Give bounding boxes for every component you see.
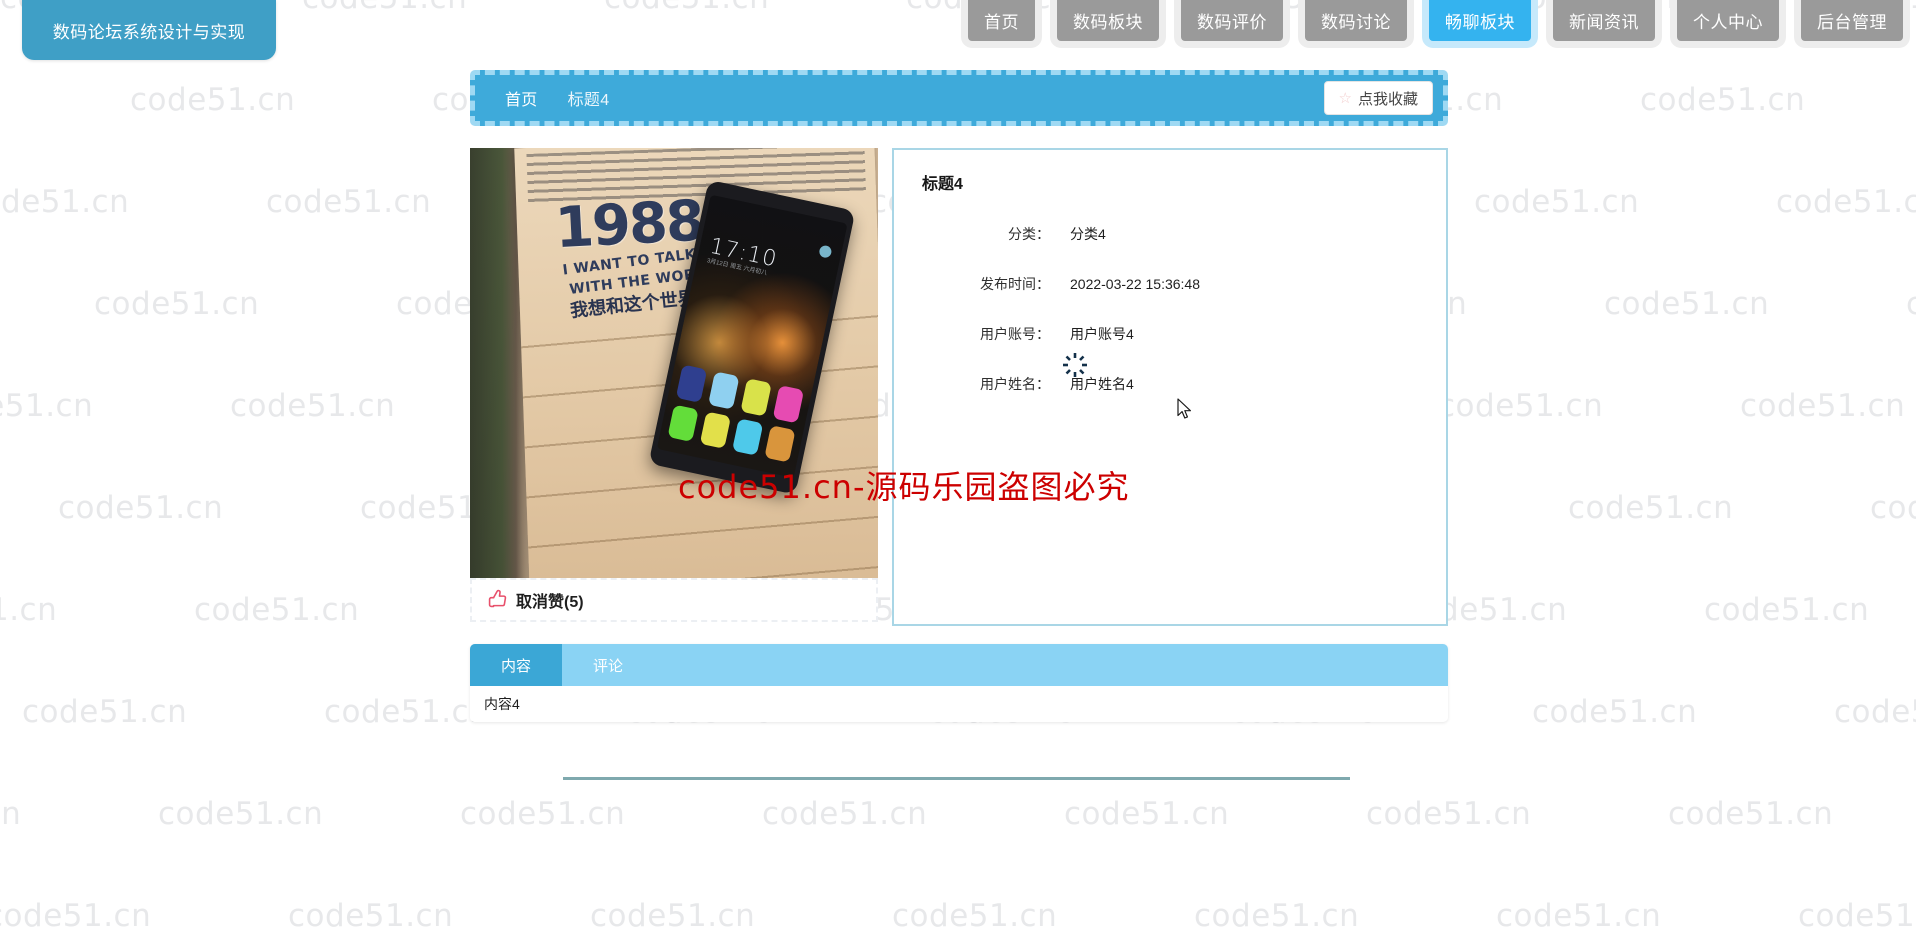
- favorite-button-label: 点我收藏: [1357, 90, 1418, 108]
- breadcrumb-home[interactable]: 首页: [489, 86, 554, 110]
- nav-item-0[interactable]: 首页: [961, 0, 1042, 48]
- detail-label-category: 分类：: [1008, 226, 1050, 242]
- nav-item-7[interactable]: 后台管理: [1794, 0, 1910, 48]
- nav-item-4[interactable]: 畅聊板块: [1422, 0, 1538, 48]
- nav-item-label: 首页: [984, 13, 1019, 32]
- detail-row: 分类： 分类4: [918, 224, 1422, 244]
- top-bar: 数码论坛系统设计与实现 首页 数码板块 数码评价 数码讨论 畅聊板块 新闻资讯 个人中心 后台…: [0, 0, 1916, 68]
- detail-row: 发布时间： 2022-03-22 15:36:48: [918, 274, 1422, 294]
- loading-spinner-icon: [1062, 352, 1088, 378]
- nav-item-3[interactable]: 数码讨论: [1298, 0, 1414, 48]
- breadcrumb-current: 标题4: [567, 92, 610, 109]
- detail-label-publish-time: 发布时间：: [980, 276, 1050, 292]
- site-brand-title: 数码论坛系统设计与实现: [22, 0, 276, 60]
- main-nav: 首页 数码板块 数码评价 数码讨论 畅聊板块 新闻资讯 个人中心 后台管理: [961, 0, 1916, 62]
- post-photo: 1988 I WANT TO TALK WITH THE WORLD 我想和这个…: [470, 148, 878, 578]
- phone-app-icon: [699, 410, 732, 449]
- page-root: 1988 I WANT TO TALK WITH THE WORLD 我想和这个…: [0, 0, 1916, 932]
- post-title: 标题4: [922, 176, 963, 193]
- nav-item-label: 个人中心: [1693, 13, 1763, 32]
- nav-item-label: 数码板块: [1073, 13, 1143, 32]
- detail-value-publish-time: 2022-03-22 15:36:48: [1070, 276, 1200, 292]
- breadcrumb-bar: 首页 标题4 ☆ 点我收藏: [470, 70, 1448, 126]
- detail-value-category: 分类4: [1070, 226, 1106, 242]
- nav-item-label: 后台管理: [1817, 13, 1887, 32]
- detail-row: 用户账号： 用户账号4: [918, 324, 1422, 344]
- detail-row: 用户姓名： 用户姓名4: [918, 374, 1422, 394]
- phone-app-icon: [708, 371, 740, 410]
- nav-item-2[interactable]: 数码评价: [1174, 0, 1290, 48]
- phone-app-icon: [675, 364, 708, 403]
- content-tab-panel: 内容 评论 内容4: [470, 644, 1448, 722]
- thumbs-up-icon: [488, 589, 507, 611]
- phone-bubble-icon: [818, 244, 833, 259]
- nav-item-label: 畅聊板块: [1445, 13, 1515, 32]
- phone-app-icon: [764, 424, 796, 463]
- photo-paper-sheet: 1988 I WANT TO TALK WITH THE WORLD 我想和这个…: [514, 148, 878, 578]
- phone-app-icon: [740, 378, 772, 417]
- nav-item-label: 新闻资讯: [1569, 13, 1639, 32]
- phone-app-icon: [731, 417, 764, 456]
- footer-divider: [563, 777, 1350, 780]
- nav-item-1[interactable]: 数码板块: [1050, 0, 1166, 48]
- nav-item-label: 数码讨论: [1321, 13, 1391, 32]
- like-bar[interactable]: 取消赞(5): [470, 578, 878, 622]
- phone-app-icon: [667, 404, 699, 443]
- nav-item-label: 数码评价: [1197, 13, 1267, 32]
- like-button-label: 取消赞(5): [516, 594, 584, 611]
- phone-app-icon: [772, 385, 805, 423]
- detail-label-user-account: 用户账号：: [980, 326, 1050, 342]
- tab-body-content: 内容4: [470, 686, 1448, 722]
- tab-comments[interactable]: 评论: [562, 644, 654, 686]
- nav-item-6[interactable]: 个人中心: [1670, 0, 1786, 48]
- detail-label-user-name: 用户姓名：: [980, 376, 1050, 392]
- phone-app-grid: [667, 364, 805, 463]
- favorite-button[interactable]: ☆ 点我收藏: [1323, 81, 1433, 115]
- nav-item-5[interactable]: 新闻资讯: [1546, 0, 1662, 48]
- tab-strip: 内容 评论: [470, 644, 1448, 686]
- post-detail-panel: 标题4 分类： 分类4 发布时间： 2022-03-22 15:36:48 用户…: [892, 148, 1448, 626]
- detail-value-user-account: 用户账号4: [1070, 326, 1134, 342]
- star-icon: ☆: [1338, 89, 1352, 107]
- tab-content[interactable]: 内容: [470, 644, 562, 686]
